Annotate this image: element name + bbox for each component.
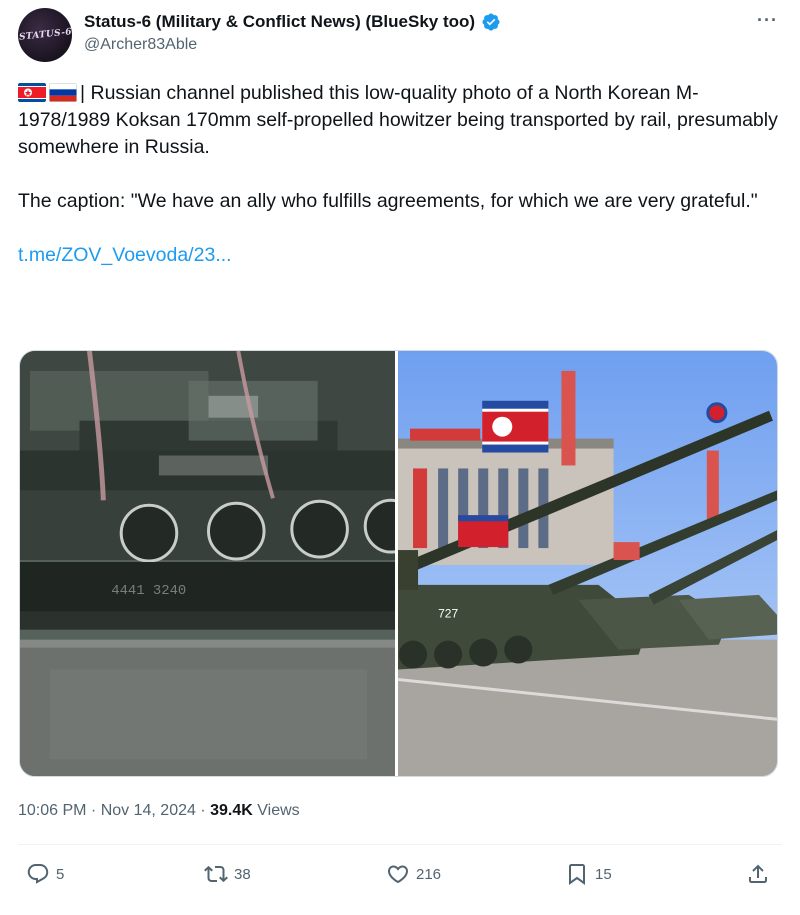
reply-icon [27,864,49,884]
author-display-name[interactable]: Status-6 (Military & Conflict News) (Blu… [84,12,475,32]
bookmark-button[interactable]: 15 [565,862,612,886]
parade-photo[interactable]: 727 [398,351,777,776]
post-text: | Russian channel published this low-qua… [18,80,780,269]
media-gallery: 4441 3240 727 [19,350,778,777]
rail-car-marking: 4441 3240 [111,583,186,599]
share-icon [749,864,767,883]
author-handle[interactable]: @Archer83Able [84,36,197,54]
author-name-row: Status-6 (Military & Conflict News) (Blu… [84,12,501,32]
more-options-icon[interactable]: ··· [757,10,778,31]
russia-flag-icon [49,83,77,102]
verified-badge-icon [482,13,500,31]
views-label: Views [252,802,300,819]
like-button[interactable]: 216 [386,862,441,886]
share-button[interactable] [746,862,770,886]
bookmark-count: 15 [595,865,612,883]
post-header: STATUS-6 Status-6 (Military & Conflict N… [18,6,782,62]
vehicle-number: 727 [438,607,458,621]
post-actions: 5 38 216 15 [18,862,782,902]
heart-icon [387,865,409,884]
repost-count: 38 [234,865,251,883]
reply-count: 5 [56,865,65,883]
bookmark-icon [569,864,585,885]
post-link[interactable]: t.me/ZOV_Voevoda/23... [18,244,232,266]
post-timestamp[interactable]: 10:06 PM · Nov 14, 2024 · [18,802,210,819]
repost-icon [204,865,228,883]
avatar-text: STATUS-6 [18,27,72,43]
north-korea-flag-icon [18,83,46,102]
post-meta: 10:06 PM · Nov 14, 2024 · 39.4K Views [18,802,300,820]
post-text-paragraph-2: The caption: "We have an ally who fulfil… [18,190,758,212]
rail-photo[interactable]: 4441 3240 [20,351,398,776]
post-text-paragraph-1: | Russian channel published this low-qua… [18,82,778,158]
divider [18,844,782,845]
views-count: 39.4K [210,802,253,819]
like-count: 216 [416,865,442,883]
repost-button[interactable]: 38 [204,862,251,886]
avatar[interactable]: STATUS-6 [18,8,72,62]
reply-button[interactable]: 5 [26,862,64,886]
